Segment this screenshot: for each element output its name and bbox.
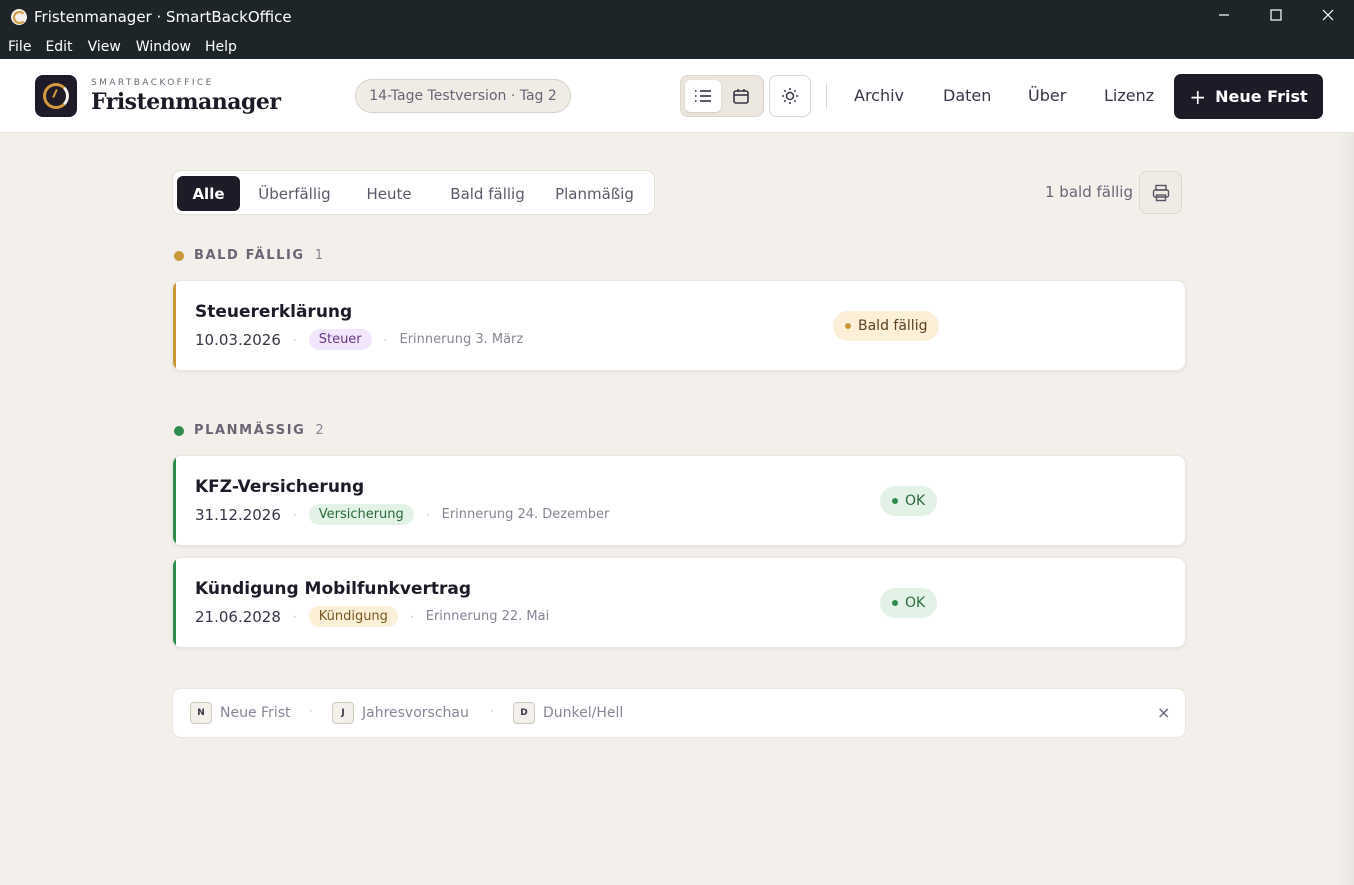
card-reminder: Erinnerung 3. März [399,332,524,347]
new-deadline-button[interactable]: + Neue Frist [1174,74,1323,119]
card-meta: 10.03.2026 · Steuer · Erinnerung 3. März [195,329,524,350]
list-view-button[interactable] [685,80,721,112]
section-header-bald-faellig: BALD FÄLLIG 1 [174,248,325,263]
menu-view[interactable]: View [88,39,121,55]
section-dot [174,425,184,436]
card-accent [173,456,176,545]
tab-heute[interactable]: Heute [356,176,422,211]
category-tag: Kündigung [308,606,398,627]
nav-ueber[interactable]: Über [1028,86,1066,105]
list-icon [695,90,711,102]
calendar-view-button[interactable] [723,80,759,112]
filter-tabs: Alle Überfällig Heute Bald fällig Planmä… [172,170,655,215]
app-icon [11,9,27,25]
key-n: N [190,702,212,724]
theme-toggle-button[interactable] [769,75,811,117]
tab-ueberfaellig[interactable]: Überfällig [250,176,339,211]
card-reminder: Erinnerung 24. Dezember [441,507,610,522]
nav-archiv[interactable]: Archiv [854,86,904,105]
card-accent [173,558,176,647]
app-header: SMARTBACKOFFICE Fristenmanager 14-Tage T… [0,59,1354,133]
card-date: 10.03.2026 [195,330,281,349]
minimize-icon[interactable] [1198,0,1250,30]
tab-planmaessig[interactable]: Planmäßig [547,176,642,211]
tab-bald-faellig[interactable]: Bald fällig [439,176,536,211]
brand-title: Fristenmanager [91,89,281,115]
status-badge: OK [880,588,938,618]
shortcut-label: Dunkel/Hell [543,705,624,721]
sun-icon [782,88,798,104]
menu-file[interactable]: File [8,39,31,55]
shortcut-new[interactable]: N Neue Frist [190,702,291,724]
brand-subtitle: SMARTBACKOFFICE [91,78,214,88]
due-count: 1 bald fällig [1045,183,1133,201]
section-dot [174,250,184,261]
card-meta: 21.06.2028 · Kündigung · Erinnerung 22. … [195,606,550,627]
shortcut-dark-light[interactable]: D Dunkel/Hell [513,702,623,724]
logo-icon [35,75,77,117]
card-title: Kündigung Mobilfunkvertrag [195,579,472,599]
card-date: 31.12.2026 [195,505,281,524]
close-icon[interactable] [1302,0,1354,30]
deadline-card[interactable]: Steuererklärung 10.03.2026 · Steuer · Er… [172,280,1186,371]
key-d: D [513,702,535,724]
menu-bar: File Edit View Window Help [0,34,1354,59]
printer-icon [1152,184,1169,201]
status-label: OK [905,493,926,509]
title-bar: Fristenmanager · SmartBackOffice [0,0,1354,34]
card-accent [173,281,176,370]
menu-help[interactable]: Help [205,39,237,55]
deadline-card[interactable]: Kündigung Mobilfunkvertrag 21.06.2028 · … [172,557,1186,648]
maximize-icon[interactable] [1250,0,1302,30]
close-shortcuts-icon[interactable]: × [1157,703,1170,722]
window-controls [1198,0,1354,34]
card-date: 21.06.2028 [195,607,281,626]
scroll-shadow [1336,133,1354,885]
deadline-card[interactable]: KFZ-Versicherung 31.12.2026 · Versicheru… [172,455,1186,546]
status-label: Bald fällig [858,318,928,334]
status-label: OK [905,595,926,611]
section-count: 1 [314,248,325,263]
section-header-planmaessig: PLANMÄSSIG 2 [174,423,325,438]
shortcut-label: Jahresvorschau [362,705,469,721]
card-meta: 31.12.2026 · Versicherung · Erinnerung 2… [195,504,610,525]
menu-edit[interactable]: Edit [45,39,72,55]
plus-icon: + [1189,84,1207,109]
shortcut-year-preview[interactable]: J Jahresvorschau [332,702,469,724]
header-divider [826,83,827,109]
key-j: J [332,702,354,724]
window-title: Fristenmanager · SmartBackOffice [34,8,292,26]
status-badge: Bald fällig [833,311,940,341]
tab-alle[interactable]: Alle [177,176,240,211]
card-title: Steuererklärung [195,302,353,322]
status-badge: OK [880,486,938,516]
section-count: 2 [315,423,326,438]
new-deadline-label: Neue Frist [1215,87,1308,106]
card-reminder: Erinnerung 22. Mai [425,609,550,624]
category-tag: Steuer [308,329,372,350]
shortcut-label: Neue Frist [220,705,291,721]
nav-lizenz[interactable]: Lizenz [1104,86,1154,105]
section-title: BALD FÄLLIG [194,248,305,263]
calendar-icon [733,89,749,104]
shortcuts-bar: N Neue Frist · J Jahresvorschau · D Dunk… [172,688,1186,738]
print-button[interactable] [1139,171,1182,214]
menu-window[interactable]: Window [136,39,191,55]
view-toggle [680,75,764,117]
category-tag: Versicherung [308,504,414,525]
trial-badge: 14-Tage Testversion · Tag 2 [355,79,571,113]
section-title: PLANMÄSSIG [194,423,306,438]
nav-daten[interactable]: Daten [943,86,991,105]
card-title: KFZ-Versicherung [195,477,365,497]
